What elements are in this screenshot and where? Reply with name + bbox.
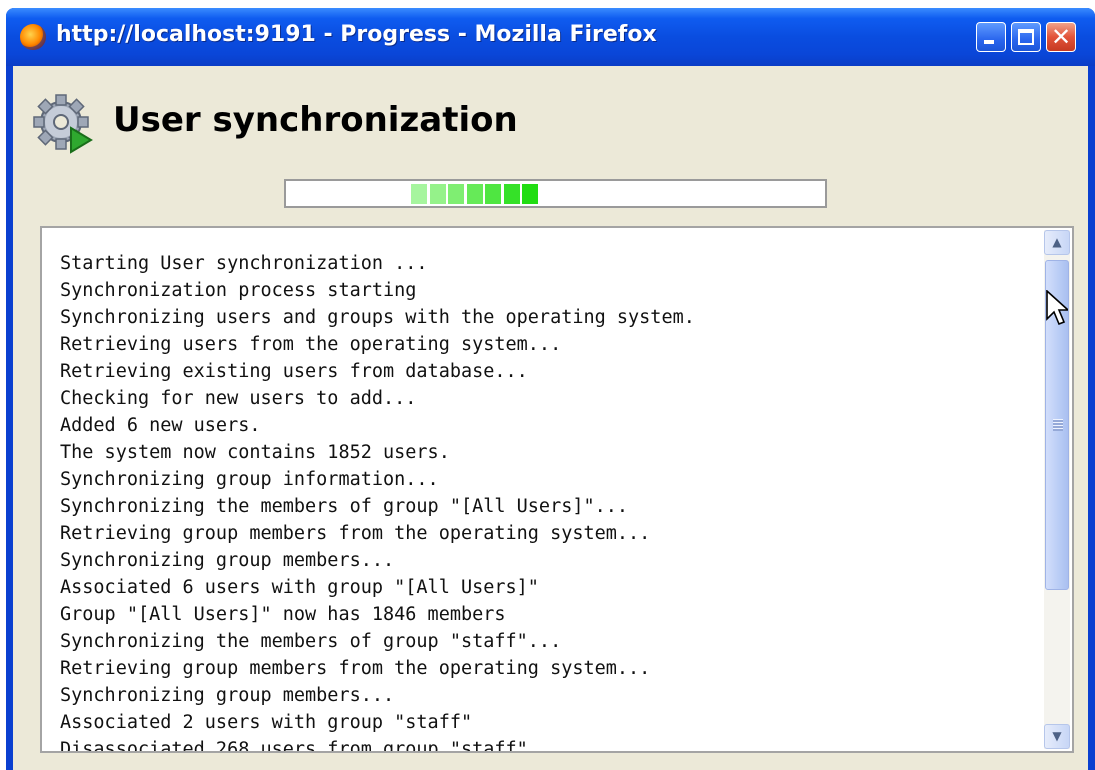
firefox-icon <box>20 24 46 50</box>
chevron-up-icon: ▲ <box>1052 235 1062 249</box>
minimize-button[interactable] <box>976 22 1006 52</box>
log-line: Retrieving group members from the operat… <box>60 658 651 679</box>
log-line: Synchronizing group information... <box>60 469 439 490</box>
progress-segment <box>411 184 427 204</box>
close-button[interactable]: ✕ <box>1046 22 1076 52</box>
maximize-icon <box>1018 29 1034 45</box>
mouse-pointer-icon <box>1046 290 1068 326</box>
log-line: Added 6 new users. <box>60 415 261 436</box>
progress-segment <box>429 184 446 204</box>
log-line: Synchronizing the members of group "[All… <box>60 496 629 517</box>
log-text: Starting User synchronization ... Synchro… <box>60 250 1032 753</box>
log-output[interactable]: Starting User synchronization ... Synchro… <box>40 226 1074 753</box>
scroll-down-button[interactable]: ▼ <box>1044 724 1070 749</box>
progress-segment <box>466 184 483 204</box>
log-line: Checking for new users to add... <box>60 388 417 409</box>
maximize-button[interactable] <box>1011 22 1041 52</box>
title-bar[interactable]: http://localhost:9191 - Progress - Mozil… <box>6 8 1095 66</box>
window-title: http://localhost:9191 - Progress - Mozil… <box>56 22 657 47</box>
log-line: Synchronization process starting <box>60 280 417 301</box>
log-line: Retrieving group members from the operat… <box>60 523 651 544</box>
progress-segment <box>448 184 464 204</box>
log-line: Synchronizing users and groups with the … <box>60 307 695 328</box>
browser-window: http://localhost:9191 - Progress - Mozil… <box>6 8 1095 770</box>
minimize-icon <box>984 40 994 44</box>
log-line: Retrieving users from the operating syst… <box>60 334 562 355</box>
log-line: Associated 2 users with group "staff" <box>60 712 473 733</box>
gear-play-icon <box>33 94 93 154</box>
progress-page: User synchronization Starting User synch… <box>13 66 1088 770</box>
progress-segment <box>503 184 520 204</box>
page-title: User synchronization <box>113 100 518 140</box>
progress-segment <box>522 184 538 204</box>
close-icon: ✕ <box>1050 23 1072 51</box>
progress-segment <box>485 184 501 204</box>
progress-bar <box>284 179 827 208</box>
log-line: Associated 6 users with group "[All User… <box>60 577 539 598</box>
scroll-up-button[interactable]: ▲ <box>1044 230 1070 255</box>
log-line: Synchronizing group members... <box>60 550 395 571</box>
log-line: Synchronizing group members... <box>60 685 395 706</box>
log-line: Synchronizing the members of group "staf… <box>60 631 562 652</box>
log-line: Disassociated 268 users from group "staf… <box>60 739 528 753</box>
log-line: The system now contains 1852 users. <box>60 442 450 463</box>
log-line: Starting User synchronization ... <box>60 253 428 274</box>
log-line: Retrieving existing users from database.… <box>60 361 528 382</box>
chevron-down-icon: ▼ <box>1052 729 1062 743</box>
scrollbar-grip <box>1053 419 1063 431</box>
log-line: Group "[All Users]" now has 1846 members <box>60 604 506 625</box>
